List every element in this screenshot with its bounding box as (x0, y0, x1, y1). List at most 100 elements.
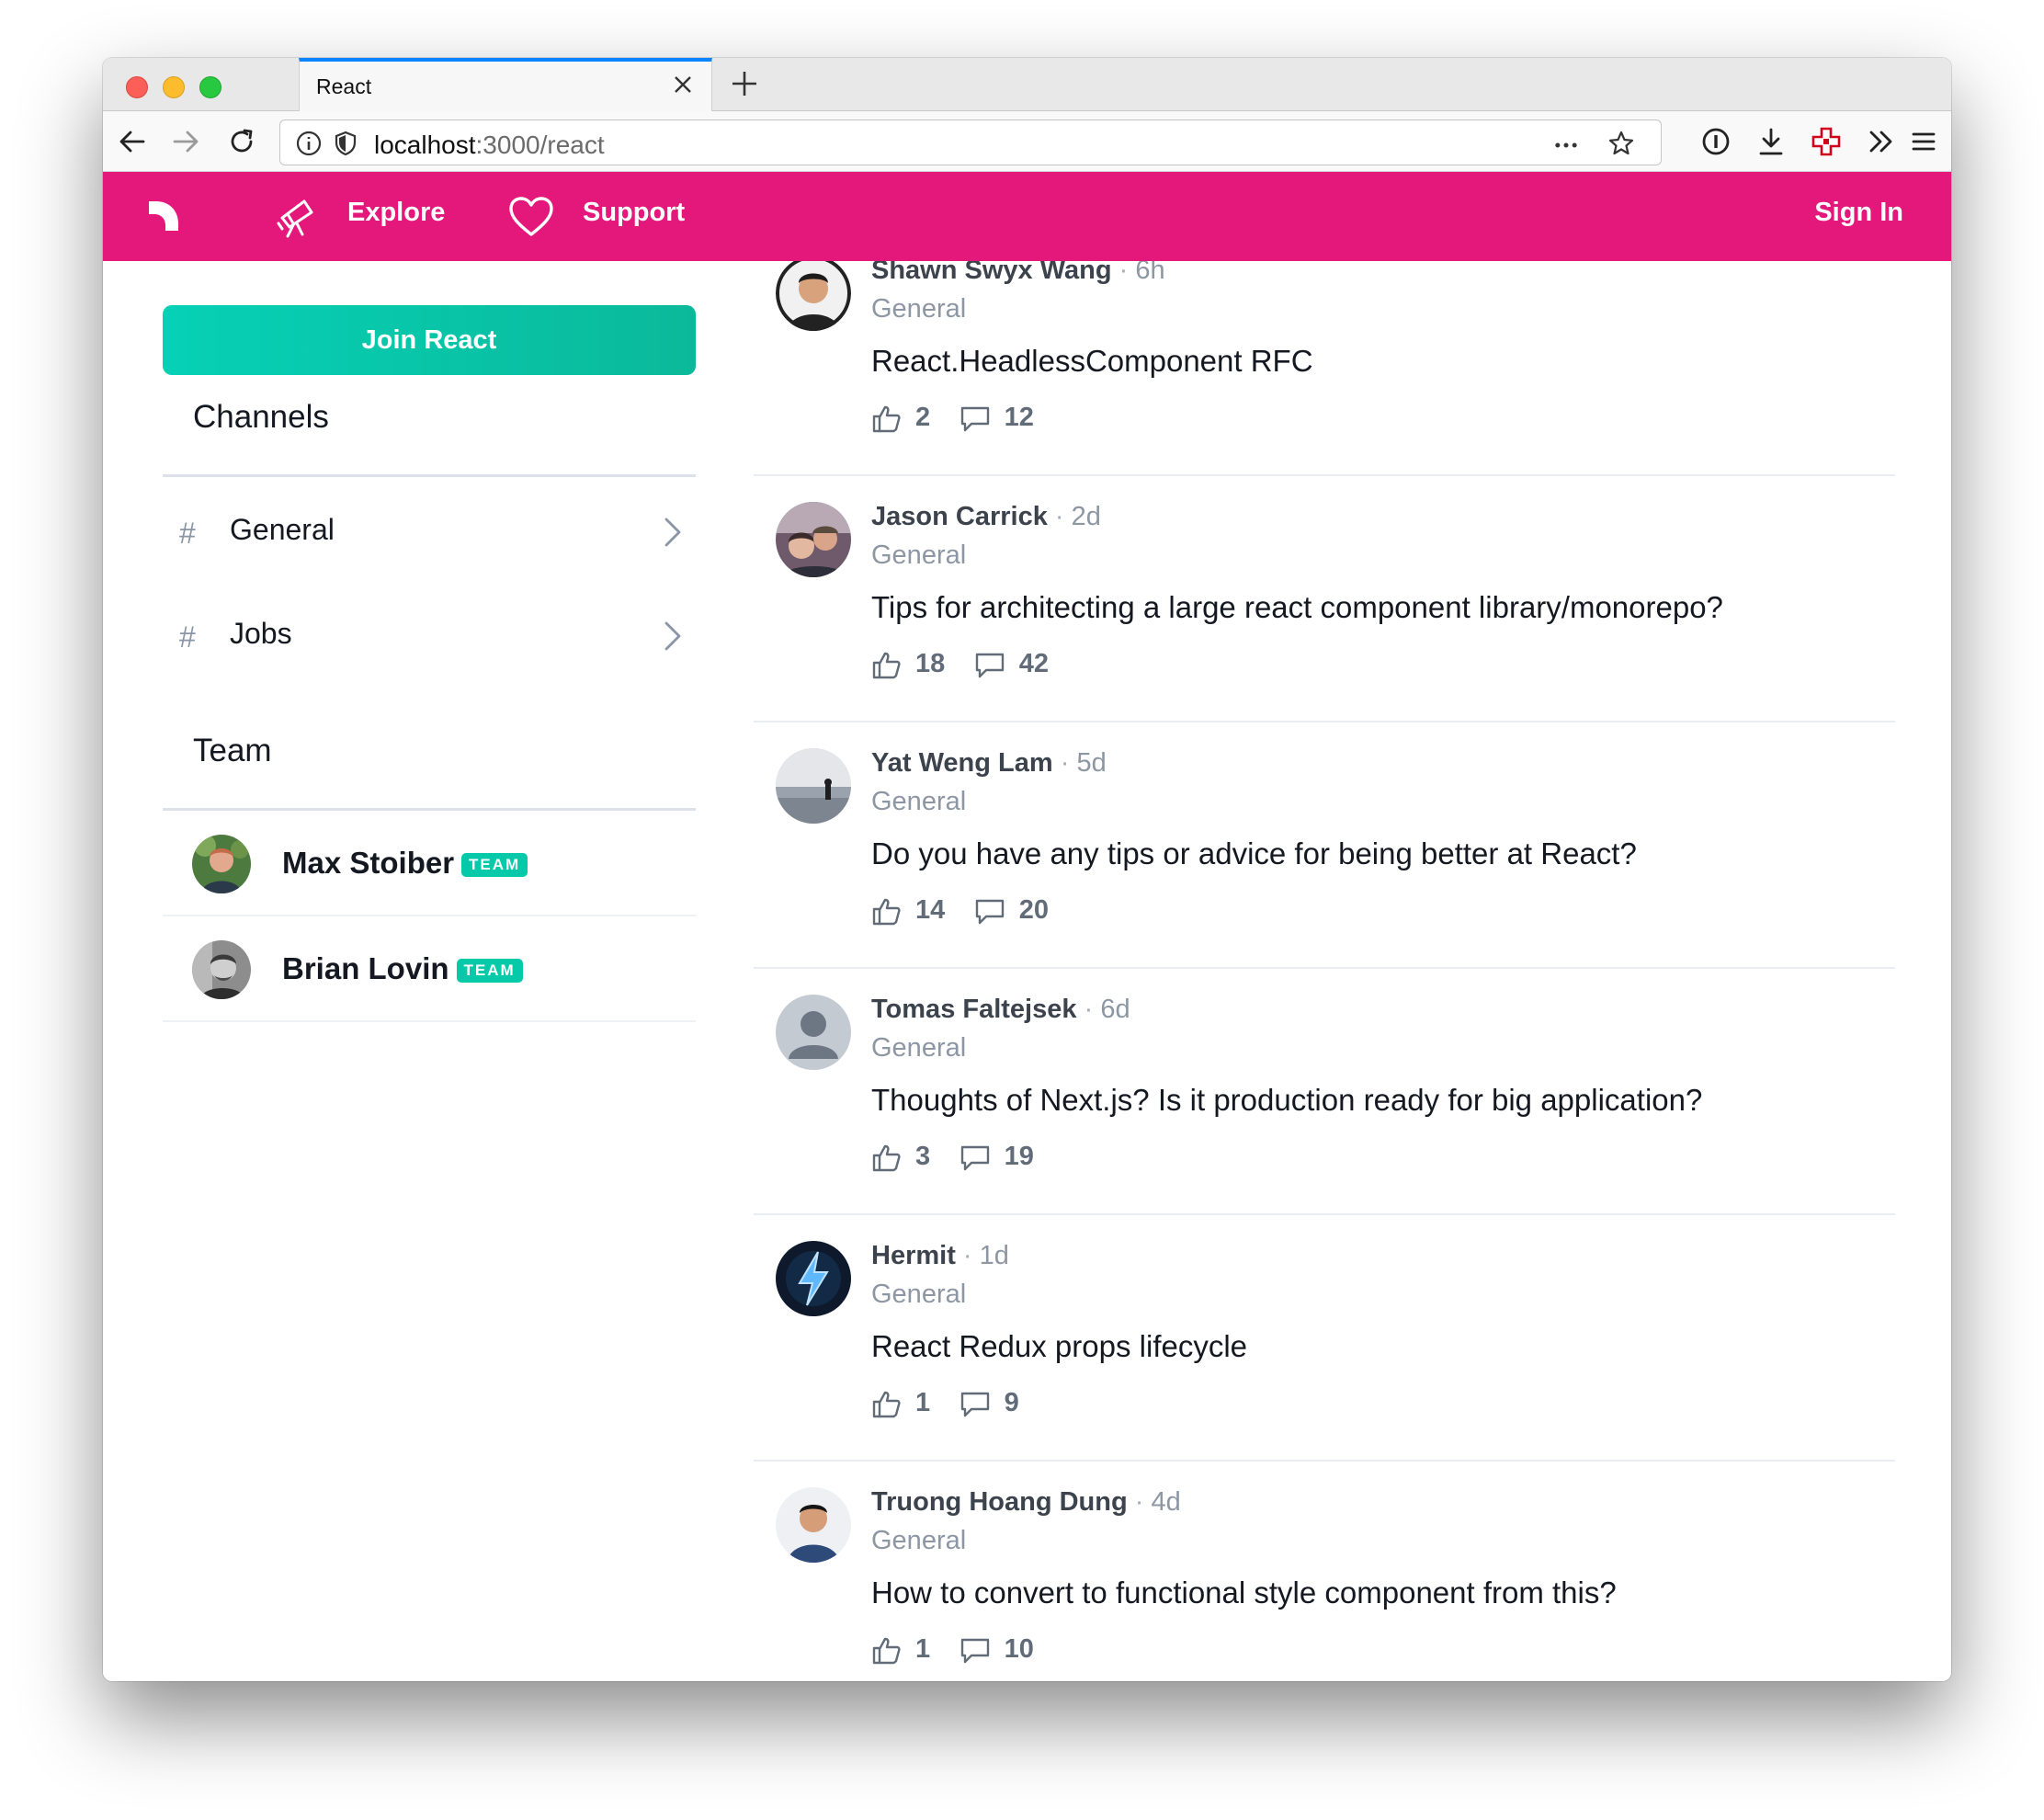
hash-icon: # (179, 620, 196, 654)
thread-channel[interactable]: General (871, 1033, 966, 1064)
thread-item[interactable]: Hermit · 1d General React Redux props li… (754, 1215, 1895, 1462)
password-manager-icon[interactable] (1700, 126, 1732, 157)
thread-author: Jason Carrick · 2d (871, 502, 1101, 531)
thread-title[interactable]: Do you have any tips or advice for being… (871, 836, 1637, 871)
tab-strip: React (103, 58, 1951, 111)
telescope-icon[interactable] (273, 194, 319, 240)
avatar[interactable] (776, 1487, 851, 1563)
thread-item[interactable]: Yat Weng Lam · 5d General Do you have an… (754, 722, 1895, 969)
new-tab-icon[interactable] (728, 67, 761, 100)
likes-count[interactable]: 2 (871, 403, 930, 433)
join-community-button[interactable]: Join React (163, 305, 696, 375)
likes-count[interactable]: 1 (871, 1388, 930, 1418)
thread-stats: 14 20 (871, 895, 1073, 932)
likes-count[interactable]: 1 (871, 1634, 930, 1665)
community-content: Join React Channels # General # Jobs Tea… (103, 261, 1951, 1681)
avatar[interactable] (776, 502, 851, 577)
team-title: Team (193, 733, 272, 768)
thread-title[interactable]: Tips for architecting a large react comp… (871, 590, 1723, 625)
thread-stats: 18 42 (871, 649, 1073, 686)
spectrum-logo-icon[interactable] (147, 199, 180, 233)
comments-count[interactable]: 10 (959, 1634, 1034, 1665)
thread-author: Yat Weng Lam · 5d (871, 748, 1107, 778)
team-member-max-stoiber[interactable]: Max Stoiber TEAM (163, 811, 696, 916)
thumbs-up-icon (872, 652, 901, 678)
tracking-protection-icon[interactable] (332, 130, 359, 157)
close-window-button[interactable] (126, 76, 148, 98)
extension-icon[interactable] (1811, 126, 1842, 157)
tab-title: React (316, 74, 372, 98)
thread-author: Truong Hoang Dung · 4d (871, 1487, 1181, 1517)
thread-author: Tomas Faltejsek · 6d (871, 995, 1130, 1024)
channel-name: Jobs (230, 617, 292, 650)
explore-link[interactable]: Explore (347, 198, 445, 228)
channels-divider (163, 474, 696, 477)
likes-count[interactable]: 14 (871, 895, 945, 926)
avatar[interactable] (192, 940, 251, 999)
likes-count[interactable]: 18 (871, 649, 945, 679)
info-icon[interactable] (295, 130, 323, 157)
comments-count[interactable]: 42 (973, 649, 1049, 679)
browser-tab[interactable]: React (299, 58, 712, 111)
avatar[interactable] (776, 995, 851, 1070)
overflow-chevrons-icon[interactable] (1866, 126, 1897, 157)
thread-title[interactable]: React Redux props lifecycle (871, 1329, 1247, 1364)
thread-author: Hermit · 1d (871, 1241, 1009, 1270)
page-actions-icon[interactable] (1552, 131, 1580, 159)
support-link[interactable]: Support (583, 198, 685, 228)
comments-count[interactable]: 9 (959, 1388, 1019, 1418)
thread-item[interactable]: Truong Hoang Dung · 4d General How to co… (754, 1462, 1895, 1681)
sign-in-link[interactable]: Sign In (1814, 198, 1903, 228)
download-icon[interactable] (1755, 126, 1787, 157)
heart-icon[interactable] (507, 196, 555, 238)
thumbs-up-icon (872, 1144, 901, 1171)
thread-stats: 1 9 (871, 1388, 1043, 1425)
thread-title[interactable]: How to convert to functional style compo… (871, 1575, 1617, 1610)
thread-channel[interactable]: General (871, 294, 966, 324)
app-navbar: Explore Support Sign In (103, 172, 1951, 261)
comment-bubble-icon (960, 1145, 989, 1170)
browser-toolbar: localhost:3000/react (103, 111, 1951, 172)
minimize-window-button[interactable] (163, 76, 185, 98)
thread-stats: 1 10 (871, 1634, 1058, 1671)
thread-channel[interactable]: General (871, 787, 966, 817)
forward-icon[interactable] (171, 126, 202, 157)
team-badge: TEAM (461, 853, 528, 877)
comment-bubble-icon (960, 1392, 989, 1416)
reload-icon[interactable] (226, 126, 257, 157)
close-tab-icon[interactable] (671, 73, 695, 97)
back-icon[interactable] (116, 126, 147, 157)
thread-channel[interactable]: General (871, 1280, 966, 1310)
thread-channel[interactable]: General (871, 1526, 966, 1556)
comments-count[interactable]: 19 (959, 1142, 1034, 1172)
channel-item-jobs[interactable]: # Jobs (163, 595, 696, 677)
likes-count[interactable]: 3 (871, 1142, 930, 1172)
url-text: localhost:3000/react (374, 131, 605, 159)
thread-item[interactable]: Shawn Swyx Wang · 6h General React.Headl… (754, 261, 1895, 476)
thumbs-up-icon (872, 898, 901, 925)
avatar[interactable] (776, 261, 851, 331)
zoom-window-button[interactable] (199, 76, 221, 98)
bookmark-star-icon[interactable] (1607, 130, 1635, 157)
member-name: Brian Lovin TEAM (282, 951, 523, 986)
menu-icon[interactable] (1908, 126, 1939, 157)
address-bar[interactable]: localhost:3000/react (279, 119, 1662, 165)
chevron-right-icon (664, 518, 681, 547)
thread-channel[interactable]: General (871, 540, 966, 571)
thread-title[interactable]: Thoughts of Next.js? Is it production re… (871, 1083, 1702, 1118)
comment-bubble-icon (975, 653, 1004, 677)
team-badge: TEAM (456, 959, 523, 983)
team-member-brian-lovin[interactable]: Brian Lovin TEAM (163, 916, 696, 1022)
avatar[interactable] (776, 1241, 851, 1316)
thread-item[interactable]: Jason Carrick · 2d General Tips for arch… (754, 476, 1895, 722)
comments-count[interactable]: 12 (959, 403, 1034, 433)
thread-item[interactable]: Tomas Faltejsek · 6d General Thoughts of… (754, 969, 1895, 1215)
comments-count[interactable]: 20 (973, 895, 1049, 926)
thread-title[interactable]: React.HeadlessComponent RFC (871, 344, 1313, 379)
avatar[interactable] (192, 835, 251, 893)
thumbs-up-icon (872, 405, 901, 432)
channel-item-general[interactable]: # General (163, 491, 696, 574)
comment-bubble-icon (960, 406, 989, 431)
thread-stats: 2 12 (871, 403, 1058, 439)
avatar[interactable] (776, 748, 851, 824)
